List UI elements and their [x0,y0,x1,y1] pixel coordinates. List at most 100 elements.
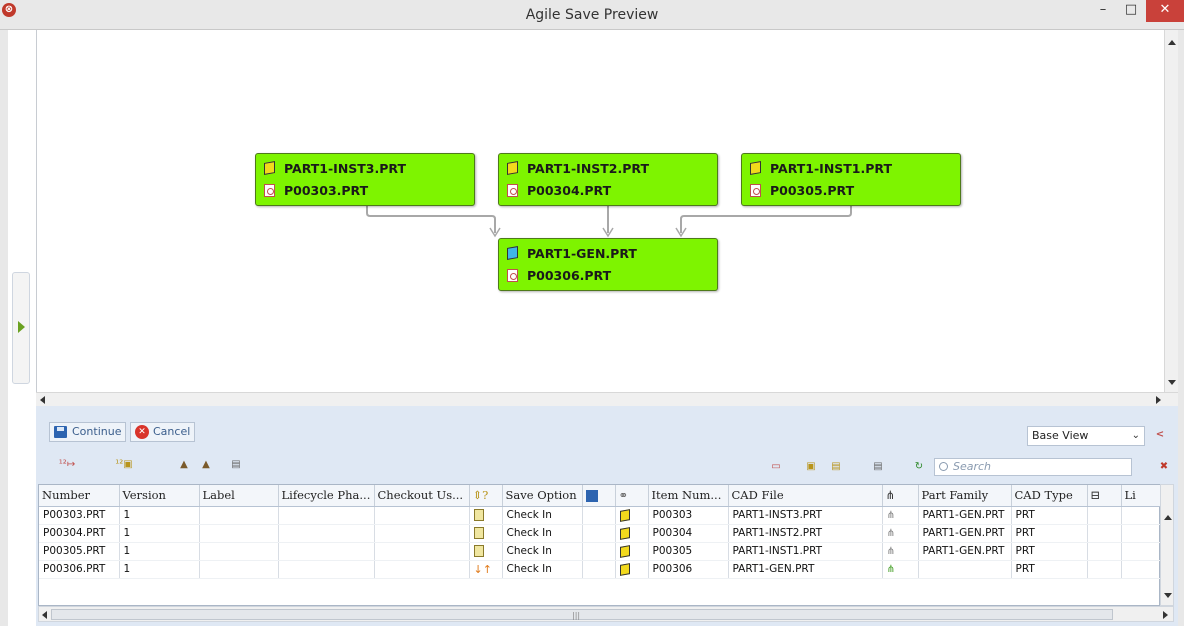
continue-label: Continue [72,425,122,438]
check-in-status-icon [473,545,484,557]
check-in-status-icon [473,509,484,521]
cell-save-option[interactable]: Check In [502,560,583,579]
cell-structure [1087,542,1122,561]
cell-li [1121,524,1162,543]
scroll-right-icon[interactable] [1163,611,1168,619]
node-doc-label: P00306.PRT [527,268,612,283]
diagram-node[interactable]: PART1-INST2.PRT P00304.PRT [498,153,718,206]
scroll-up-icon[interactable] [1168,40,1176,45]
node-part-label: PART1-GEN.PRT [527,246,637,261]
cell-type [615,506,649,525]
column-header-tree-icon[interactable]: ⋔ [882,485,919,507]
cell-save-option[interactable]: Check In [502,542,583,561]
generic-part-icon [507,246,518,260]
part-icon [619,508,630,522]
column-header-save-icon[interactable] [582,485,616,507]
column-header-checkout-user[interactable]: Checkout Us... [374,485,470,507]
scroll-left-icon[interactable] [40,396,45,404]
column-header-number[interactable]: Number [39,485,120,507]
diagram-node[interactable]: PART1-INST3.PRT P00303.PRT [255,153,475,206]
scroll-down-icon[interactable] [1168,380,1176,385]
show-docs-icon[interactable]: ▭ [766,458,786,476]
scroll-up-icon[interactable] [1164,515,1172,520]
diagram-horizontal-scrollbar[interactable] [36,392,1178,406]
scroll-down-icon[interactable] [1164,593,1172,598]
search-input[interactable]: Search [934,458,1132,476]
cell-tree: ⋔ [882,506,919,525]
scrollbar-thumb[interactable]: ||| [51,609,1113,620]
column-header-cad-file[interactable]: CAD File [728,485,883,507]
export-icon[interactable]: ▲ [174,456,194,474]
column-header-cad-type[interactable]: CAD Type [1011,485,1088,507]
column-header-save-option[interactable]: Save Option [502,485,583,507]
scroll-right-icon[interactable] [1156,396,1161,404]
cell-lifecycle [278,524,375,543]
cell-save-option[interactable]: Check In [502,524,583,543]
column-header-lifecycle[interactable]: Lifecycle Pha... [278,485,375,507]
refresh-icon[interactable]: ↻ [909,458,929,476]
renumber-parts-icon[interactable]: ¹²▣ [110,456,138,474]
view-select[interactable]: Base View ⌄ [1027,426,1145,446]
close-button[interactable]: ✕ [1146,0,1184,22]
window-title: Agile Save Preview [525,7,659,23]
part-icon [750,161,761,175]
cell-cad-type: PRT [1011,560,1088,579]
structure-diagram [36,30,1164,392]
column-header-status-icon[interactable]: ⇕? [469,485,503,507]
cell-label [199,560,279,579]
chevron-down-icon: ⌄ [1131,430,1140,441]
diagram-node[interactable]: PART1-GEN.PRT P00306.PRT [498,238,718,291]
cell-number: P00303.PRT [39,506,120,525]
show-details-icon[interactable]: ▤ [868,458,888,476]
cell-save-flag [582,524,616,543]
cell-label [199,506,279,525]
column-header-item-number[interactable]: Item Num... [648,485,729,507]
maximize-button[interactable]: □ [1118,0,1144,22]
renumber-docs-icon[interactable]: ¹²↦ [52,456,82,474]
node-doc-label: P00305.PRT [770,183,855,198]
instance-tree-icon: ⋔ [886,546,895,557]
grip-icon: ||| [572,611,581,620]
cancel-button[interactable]: ✕ Cancel [130,422,196,442]
cell-number: P00306.PRT [39,560,120,579]
cell-save-flag [582,560,616,579]
column-header-structure-icon[interactable]: ⊟ [1087,485,1122,507]
cell-save-flag [582,542,616,561]
continue-button[interactable]: Continue [49,422,127,442]
table-vertical-scrollbar[interactable] [1160,484,1174,606]
cell-structure [1087,524,1122,543]
scroll-left-icon[interactable] [42,611,47,619]
minimize-button[interactable]: – [1090,0,1116,22]
check-in-status-icon [473,527,484,539]
cell-cad-file: PART1-INST2.PRT [728,524,883,543]
column-header-li[interactable]: Li [1121,485,1162,507]
column-header-part-family[interactable]: Part Family [918,485,1012,507]
status-sort-icon: ⇕? [472,488,489,503]
cell-save-flag [582,506,616,525]
collapse-panel-icon[interactable]: < [1150,426,1170,444]
cell-cad-file: PART1-GEN.PRT [728,560,883,579]
column-header-label[interactable]: Label [199,485,279,507]
export-all-icon[interactable]: ▲ [196,456,216,474]
table-row[interactable]: P00306.PRT 1 ↓↑ Check In P00306 PART1-GE… [39,560,1162,579]
table-horizontal-scrollbar[interactable]: ||| [38,606,1174,622]
show-items-icon[interactable]: ▤ [826,458,846,476]
cell-save-option[interactable]: Check In [502,506,583,525]
diagram-vertical-scrollbar[interactable] [1164,30,1178,392]
cell-status [469,524,503,543]
show-parts-icon[interactable]: ▣ [801,458,821,476]
side-panel-expander[interactable] [12,272,30,384]
document-icon [507,184,518,197]
save-icon [54,426,67,438]
column-header-version[interactable]: Version [119,485,200,507]
properties-icon[interactable]: ▤ [226,456,246,474]
table-row[interactable]: P00304.PRT 1 Check In P00304 PART1-INST2… [39,524,1162,543]
cell-item-number: P00303 [648,506,729,525]
clear-filter-icon[interactable]: ✖ [1154,458,1174,476]
document-icon [264,184,275,197]
diagram-node[interactable]: PART1-INST1.PRT P00305.PRT [741,153,961,206]
cell-version: 1 [119,524,200,543]
table-row[interactable]: P00303.PRT 1 Check In P00303 PART1-INST3… [39,506,1162,525]
column-header-link-icon[interactable]: ⚭ [615,485,649,507]
table-row[interactable]: P00305.PRT 1 Check In P00305 PART1-INST1… [39,542,1162,561]
